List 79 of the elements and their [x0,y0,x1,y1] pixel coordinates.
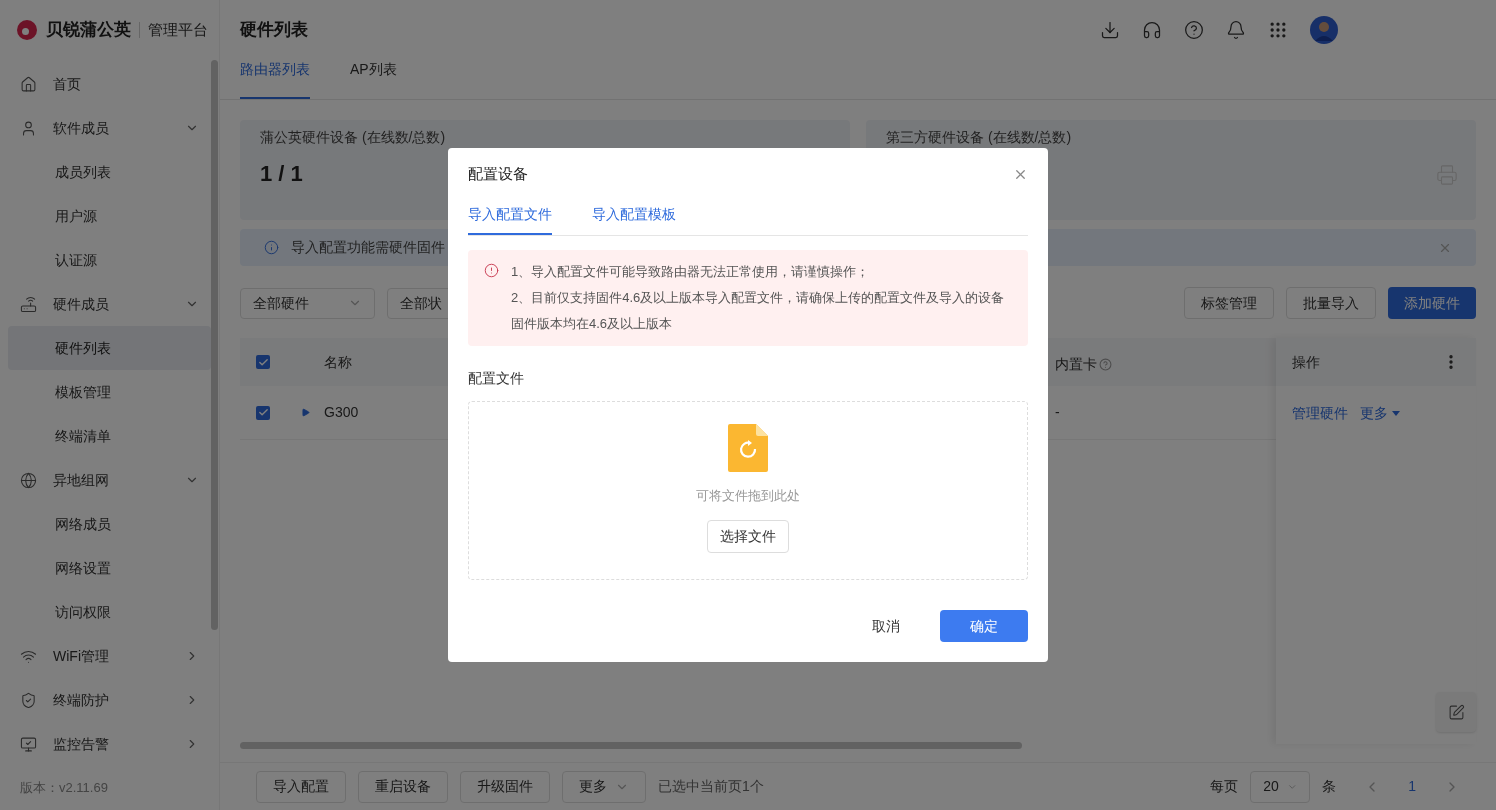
toolbar-button[interactable]: 添加硬件 [1388,287,1476,319]
home-icon [20,75,37,93]
router-icon [20,295,37,313]
sidebar-subitem[interactable]: 认证源 [8,238,211,282]
file-dropzone[interactable]: 可将文件拖到此处 选择文件 [468,401,1028,580]
drop-hint: 可将文件拖到此处 [696,487,800,505]
globe-icon [20,471,37,489]
field-label: 配置文件 [468,369,525,388]
per-page-unit: 条 [1322,777,1337,796]
sidebar-subitem[interactable]: 访问权限 [8,590,211,634]
shield-icon [20,691,37,709]
column-header: 名称 [324,352,352,372]
sidebar-item[interactable]: 异地组网 [8,458,211,502]
sidebar-subitem[interactable]: 成员列表 [8,150,211,194]
toolbar-button[interactable]: 标签管理 [1184,287,1274,319]
confirm-button[interactable]: 确定 [940,610,1028,642]
stat-title: 第三方硬件设备 (在线数/总数) [886,129,1072,145]
sidebar-subitem[interactable]: 用户源 [8,194,211,238]
checkbox[interactable] [256,405,270,420]
sidebar-subitem[interactable]: 终端清单 [8,414,211,458]
sidebar-item[interactable]: 终端防护 [8,678,211,722]
caret-down-icon [1392,410,1400,416]
per-page-label: 每页 [1210,777,1239,796]
alert-icon [484,263,499,278]
more-link[interactable]: 更多 [1360,402,1400,424]
info-icon [264,240,279,255]
dialog-tab[interactable]: 导入配置文件 [468,204,552,235]
alert-text: 1、导入配置文件可能导致路由器无法正常使用，请谨慎操作； [511,263,871,281]
sidebar-subitem[interactable]: 硬件列表 [8,326,211,370]
bulk-action-button[interactable]: 升级固件 [460,770,550,803]
user-icon [20,119,37,137]
bulk-action-button[interactable]: 导入配置 [256,770,346,803]
product-name: 管理平台 [148,19,208,40]
sidebar-item[interactable]: 首页 [8,62,211,106]
edit-icon [1447,703,1465,721]
toolbar-button[interactable]: 批量导入 [1286,287,1376,319]
tab[interactable]: AP列表 [350,59,397,99]
choose-file-button[interactable]: 选择文件 [707,519,789,553]
checkbox[interactable] [256,355,270,369]
avatar[interactable] [1310,16,1338,44]
bell-icon[interactable] [1226,20,1246,40]
dialog-title: 配置设备 [468,163,529,184]
sidebar-subitem[interactable]: 网络成员 [8,502,211,546]
cancel-button[interactable]: 取消 [848,610,924,642]
dialog-tab[interactable]: 导入配置模板 [592,204,676,235]
feedback-button[interactable] [1436,692,1476,732]
logo-icon [16,19,38,41]
table-cell-text: G300 [324,403,359,422]
stat-value: 1 / 1 [260,160,303,188]
sidebar-item[interactable]: 软件成员 [8,106,211,150]
sidebar-item[interactable]: WiFi管理 [8,634,211,678]
download-icon[interactable] [1100,20,1120,40]
filter-select[interactable]: 全部硬件 [240,287,375,319]
monitor-icon [20,735,37,753]
table-cell-text: - [1055,403,1060,422]
headset-icon[interactable] [1142,20,1162,40]
apps-icon[interactable] [1268,20,1288,40]
stat-title: 蒲公英硬件设备 (在线数/总数) [260,129,446,145]
column-header: 内置卡 [1055,354,1112,375]
more-dropdown[interactable]: 更多 [562,770,646,803]
column-header: 操作 [1292,352,1321,372]
sidebar-item[interactable]: 硬件成员 [8,282,211,326]
version-label: 版本：v2.11.69 [19,779,109,798]
info-text: 导入配置功能需硬件固件 [291,238,446,257]
sidebar-item[interactable]: 监控告警 [8,722,211,766]
file-icon [728,424,768,472]
page-title: 硬件列表 [240,19,309,42]
sidebar-subitem[interactable]: 模板管理 [8,370,211,414]
tab[interactable]: 路由器列表 [240,59,310,99]
selection-text: 已选中当前页1个 [658,777,764,796]
brand-name: 贝锐蒲公英 [46,19,131,42]
sidebar-subitem[interactable]: 网络设置 [8,546,211,590]
manage-link[interactable]: 管理硬件 [1292,402,1348,424]
bulk-action-button[interactable]: 重启设备 [358,770,448,803]
alert-text: 2、目前仅支持固件4.6及以上版本导入配置文件，请确保上传的配置文件及导入的设备固件版本均在4.6及以上版本 [511,289,1006,333]
page-size-select[interactable]: 20 [1250,770,1311,803]
help-icon[interactable] [1184,20,1204,40]
help-icon [1099,358,1112,371]
page-number[interactable]: 1 [1392,776,1432,797]
